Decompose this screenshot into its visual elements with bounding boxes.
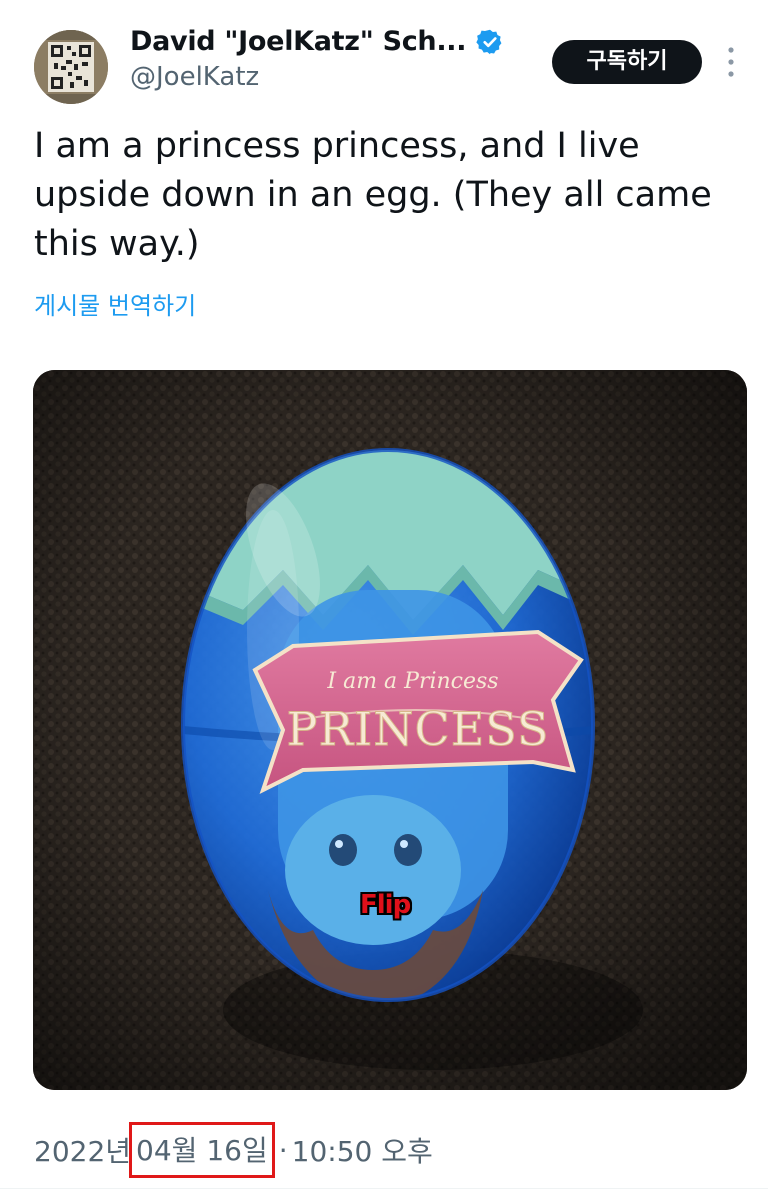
timestamp-month-day-highlighted: 04월 16일 (129, 1122, 275, 1178)
post-text: I am a princess princess, and I live ups… (34, 126, 712, 264)
translate-post-link[interactable]: 게시물 번역하기 (34, 286, 196, 321)
author-name-row: David "JoelKatz" Sch... (130, 26, 520, 57)
post-timestamp[interactable]: 2022년 04월 16일 · 10:50 오후 (34, 1122, 433, 1178)
more-vertical-icon[interactable] (726, 44, 736, 80)
divider (0, 1188, 768, 1189)
timestamp-year: 2022년 (34, 1135, 132, 1168)
banner-title: PRINCESS (287, 702, 550, 756)
timestamp-separator: · (278, 1133, 288, 1167)
flip-caption: Flip (360, 890, 411, 920)
author-block[interactable]: David "JoelKatz" Sch... @JoelKatz (130, 26, 520, 92)
qr-code-avatar-icon (34, 30, 108, 104)
author-handle[interactable]: @JoelKatz (130, 62, 520, 92)
banner-subtitle: I am a Princess (326, 669, 498, 694)
avatar[interactable] (34, 30, 108, 104)
author-display-name[interactable]: David "JoelKatz" Sch... (130, 26, 467, 57)
verified-badge-icon[interactable] (476, 28, 504, 56)
subscribe-button[interactable]: 구독하기 (552, 40, 702, 84)
princess-egg-photo: I am a Princess PRINCESS (33, 370, 747, 1090)
timestamp-time: 10:50 오후 (291, 1135, 433, 1168)
post-media-image[interactable]: I am a Princess PRINCESS (33, 370, 747, 1090)
